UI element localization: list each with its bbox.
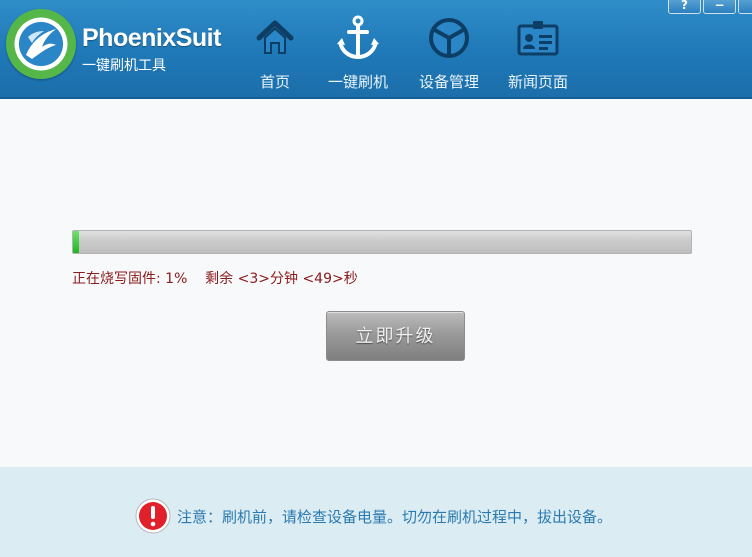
nav-item-flash[interactable]: 一键刷机 <box>322 0 394 99</box>
flash-status-text: 正在烧写固件: 1% 剩余 <3>分钟 <49>秒 <box>72 271 358 287</box>
id-card-icon <box>517 21 559 56</box>
header-bar: PhoenixSuit 一键刷机工具 首页 一键刷机 设备管理 新闻页面 ? − <box>0 0 752 99</box>
anchor-icon <box>337 15 379 60</box>
notice-text: 注意：刷机前，请检查设备电量。切勿在刷机过程中，拔出设备。 <box>177 508 613 526</box>
nav-item-label: 新闻页面 <box>507 73 568 91</box>
brand-subtitle: 一键刷机工具 <box>82 58 166 74</box>
nav-item-label: 设备管理 <box>418 73 479 91</box>
nav-item-home[interactable]: 首页 <box>247 0 303 99</box>
minimize-button[interactable]: − <box>703 0 736 14</box>
help-button[interactable]: ? <box>668 0 701 14</box>
home-icon <box>256 20 294 54</box>
nav-item-label: 一键刷机 <box>327 73 388 91</box>
upgrade-now-button[interactable]: 立即升级 <box>326 311 465 361</box>
close-button[interactable] <box>738 0 752 14</box>
progress-fill <box>73 231 80 253</box>
cube-icon <box>429 18 469 58</box>
nav-item-device-manager[interactable]: 设备管理 <box>414 0 484 99</box>
phoenix-bird-icon <box>26 29 56 59</box>
warning-icon <box>135 498 171 534</box>
brand-name: PhoenixSuit <box>82 24 221 52</box>
phoenixsuit-logo <box>6 9 76 79</box>
nav-item-news[interactable]: 新闻页面 <box>503 0 573 99</box>
nav-item-label: 首页 <box>259 73 290 91</box>
flash-progress-bar <box>72 230 692 254</box>
